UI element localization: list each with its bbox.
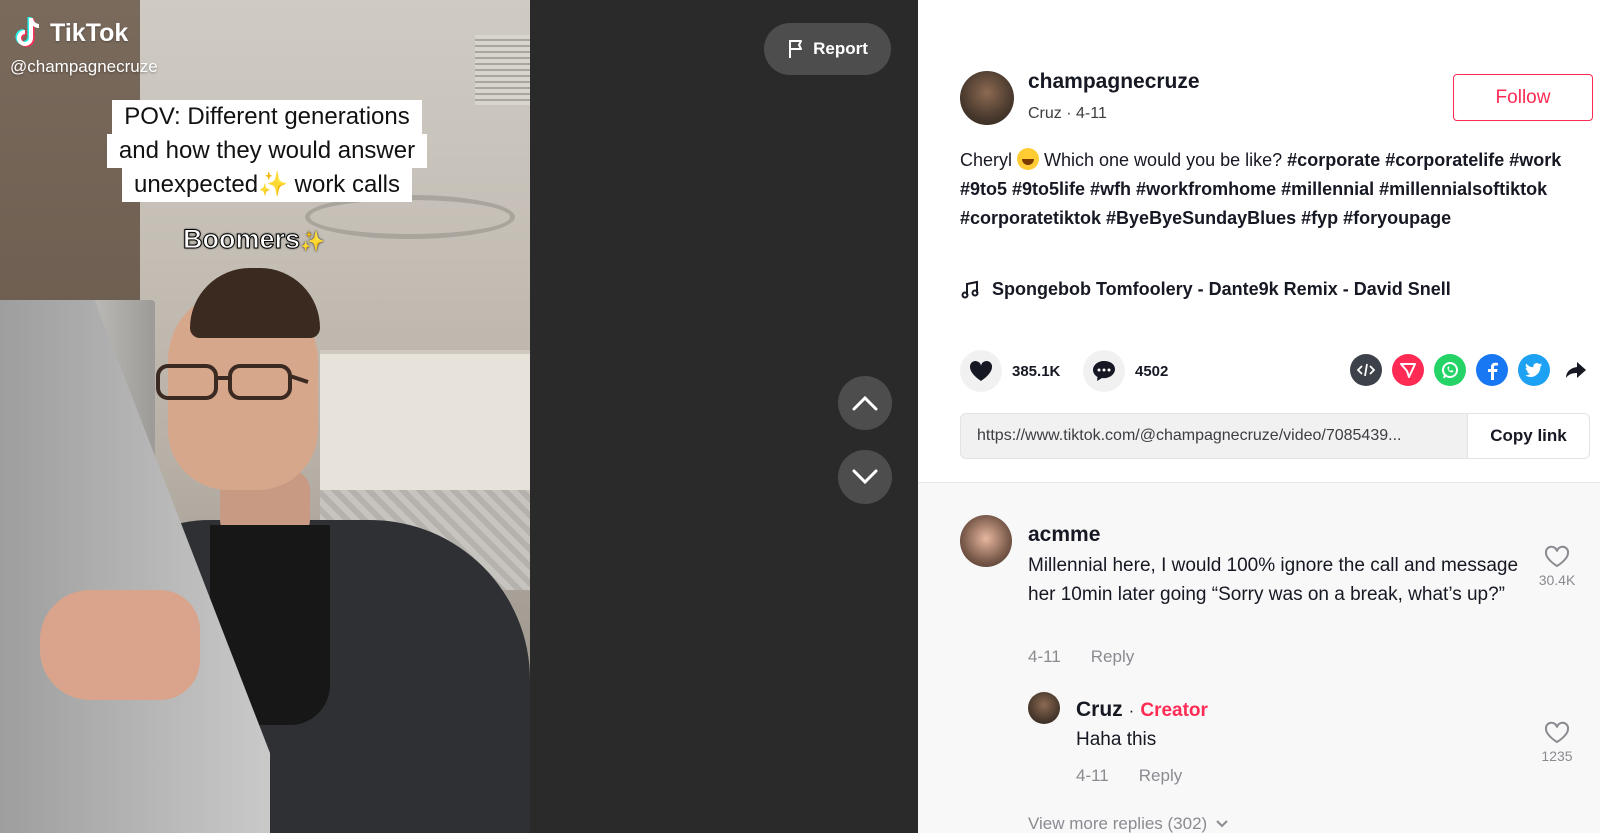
share-arrow-icon[interactable] <box>1560 354 1592 386</box>
video-pane: TikTok @champagnecruze POV: Different ge… <box>0 0 918 833</box>
tiktok-watermark: TikTok <box>14 16 128 50</box>
follow-button[interactable]: Follow <box>1453 74 1593 121</box>
music-title: Spongebob Tomfoolery - Dante9k Remix - D… <box>992 279 1451 299</box>
comment-date: 4-11 <box>1028 647 1061 666</box>
sparkle-icon: ✨ <box>300 231 325 253</box>
like-button[interactable] <box>960 350 1002 392</box>
comment-stat[interactable]: 4502 <box>1083 350 1168 392</box>
comment-button[interactable] <box>1083 350 1125 392</box>
video-person-glasses <box>156 364 309 400</box>
author-avatar[interactable] <box>960 71 1014 125</box>
reply-separator: · <box>1128 701 1135 720</box>
heart-icon <box>969 360 993 381</box>
video-caption-line: unexpected✨ work calls <box>121 168 412 202</box>
comment-reply-button[interactable]: Reply <box>1091 647 1134 667</box>
laughing-emoji-icon <box>1017 148 1040 170</box>
reply-username[interactable]: Cruz <box>1076 698 1123 722</box>
video-overlay-text: Boomers✨ <box>182 224 325 255</box>
video-caption-line: and how they would answer <box>106 134 428 168</box>
comment-like-count: 30.4K <box>1538 572 1576 588</box>
reply-date: 4-11 <box>1076 766 1109 785</box>
comment-count: 4502 <box>1135 362 1169 380</box>
reply-meta: 4-11 Reply <box>1076 766 1182 786</box>
embed-icon[interactable] <box>1350 354 1382 386</box>
chevron-down-icon <box>1216 820 1228 828</box>
tiktok-logo-icon <box>15 17 40 47</box>
whatsapp-icon[interactable] <box>1434 354 1466 386</box>
like-stat[interactable]: 385.1K <box>960 350 1060 392</box>
comment-text: Millennial here, I would 100% ignore the… <box>1028 555 1519 605</box>
video-person-hair <box>190 268 320 338</box>
video-caption-line: POV: Different generations <box>112 100 422 134</box>
view-more-replies-label: View more replies (302) <box>1028 814 1208 833</box>
description-text: Which one would you be like? <box>1039 150 1288 170</box>
video-description: Cheryl Which one would you be like? #cor… <box>960 146 1590 233</box>
next-video-button[interactable] <box>838 450 892 504</box>
chevron-up-icon <box>852 395 878 411</box>
heart-outline-icon <box>1544 545 1570 568</box>
send-icon[interactable] <box>1392 354 1424 386</box>
comments-section: acmme Millennial here, I would 100% igno… <box>918 482 1600 833</box>
twitter-icon[interactable] <box>1518 354 1550 386</box>
reply-avatar[interactable] <box>1028 692 1060 724</box>
video-person-hand <box>40 590 200 700</box>
previous-video-button[interactable] <box>838 376 892 430</box>
comment-meta: 4-11 Reply <box>1028 647 1134 667</box>
share-bar <box>1350 354 1592 386</box>
description-text: Cheryl <box>960 150 1018 170</box>
reply-like-count: 1235 <box>1541 748 1573 764</box>
video-watermark-handle: @champagnecruze <box>10 57 158 76</box>
report-label: Report <box>813 39 868 58</box>
music-link[interactable]: Spongebob Tomfoolery - Dante9k Remix - D… <box>960 279 1451 300</box>
author-subline: Cruz · 4-11 <box>1028 105 1107 122</box>
reply-header: Cruz · Creator <box>1076 698 1208 722</box>
heart-outline-icon <box>1544 721 1570 744</box>
video-caption: POV: Different generations and how they … <box>94 100 440 202</box>
commenter-username[interactable]: acmme <box>1028 523 1100 547</box>
reply-reply-button[interactable]: Reply <box>1139 766 1182 786</box>
commenter-avatar[interactable] <box>960 515 1012 567</box>
video-scene-cabinet <box>320 350 530 490</box>
creator-badge: Creator <box>1140 700 1208 721</box>
comment-like[interactable]: 30.4K <box>1532 545 1582 588</box>
like-count: 385.1K <box>1012 362 1061 380</box>
flag-icon <box>789 40 803 58</box>
tiktok-brand-text: TikTok <box>50 18 129 47</box>
video-link-field[interactable]: https://www.tiktok.com/@champagnecruze/v… <box>961 414 1467 458</box>
music-note-icon <box>961 280 979 298</box>
reply-text: Haha this <box>1076 729 1157 750</box>
facebook-icon[interactable] <box>1476 354 1508 386</box>
video-overlay-label: Boomers <box>182 224 301 255</box>
details-panel: champagnecruze Cruz · 4-11 Follow Cheryl… <box>918 0 1600 833</box>
author-username[interactable]: champagnecruze <box>1028 70 1200 94</box>
copy-link-button[interactable]: Copy link <box>1467 414 1589 458</box>
view-more-replies-button[interactable]: View more replies (302) <box>1028 814 1229 833</box>
copy-link-row: https://www.tiktok.com/@champagnecruze/v… <box>960 413 1590 459</box>
comment-bubble-icon <box>1093 361 1115 381</box>
chevron-down-icon <box>852 469 878 485</box>
report-button[interactable]: Report <box>764 23 891 75</box>
video-player[interactable]: TikTok @champagnecruze POV: Different ge… <box>0 0 530 833</box>
reply-like[interactable]: 1235 <box>1532 721 1582 764</box>
video-scene-vent <box>475 35 530 105</box>
